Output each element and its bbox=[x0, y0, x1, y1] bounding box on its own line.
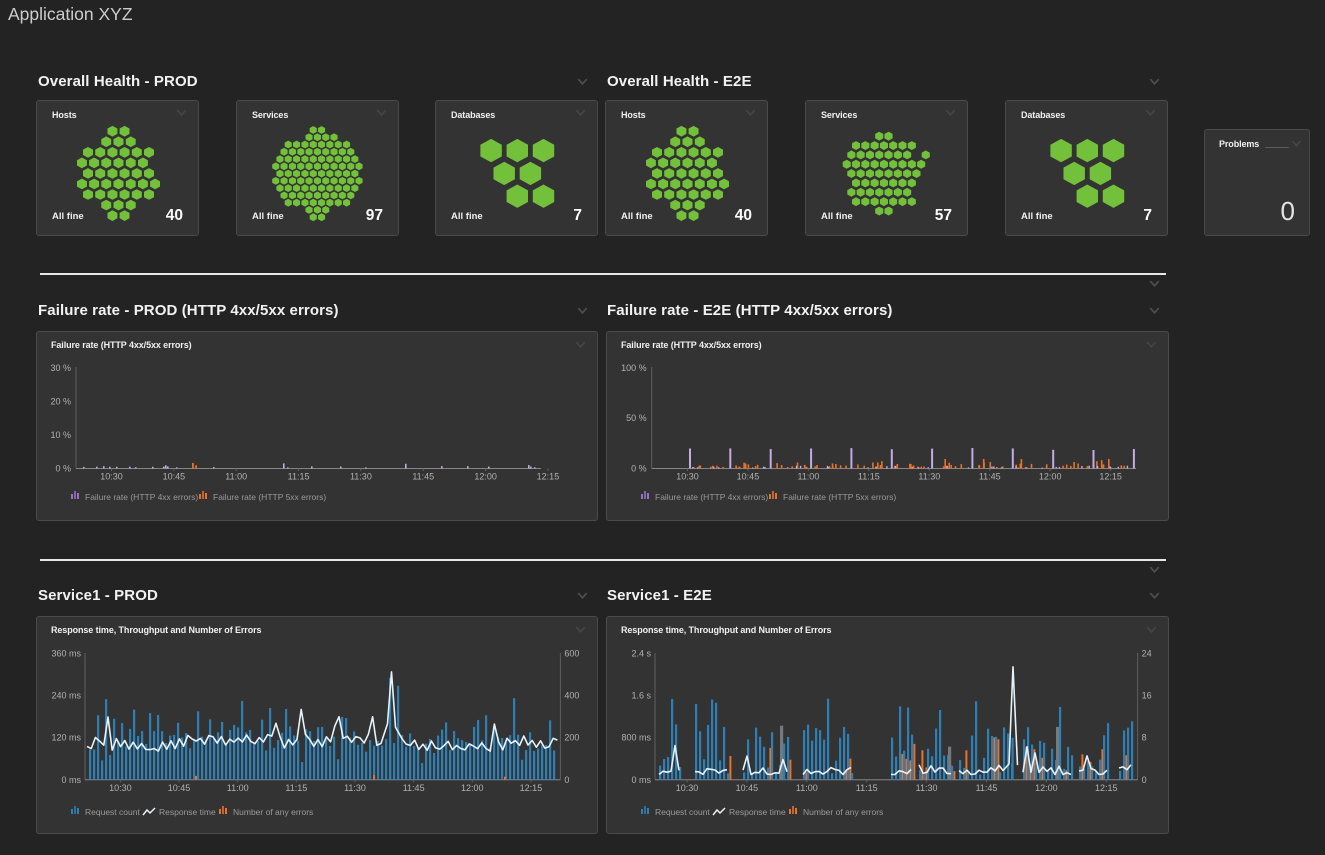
svg-text:11:00: 11:00 bbox=[227, 783, 249, 793]
svg-text:11:15: 11:15 bbox=[285, 783, 307, 793]
svg-text:Request count: Request count bbox=[655, 807, 710, 817]
svg-text:120 ms: 120 ms bbox=[51, 733, 81, 743]
svg-text:Number of any errors: Number of any errors bbox=[233, 807, 313, 817]
svg-text:0 %: 0 % bbox=[631, 464, 647, 474]
svg-text:11:00: 11:00 bbox=[797, 472, 819, 482]
svg-text:12:00: 12:00 bbox=[1039, 472, 1062, 482]
svg-text:11:30: 11:30 bbox=[916, 783, 938, 793]
svg-text:200: 200 bbox=[564, 733, 579, 743]
svg-text:360 ms: 360 ms bbox=[51, 649, 81, 659]
svg-text:800 ms: 800 ms bbox=[621, 733, 651, 743]
svg-text:1.6 s: 1.6 s bbox=[631, 691, 651, 701]
svg-text:10:30: 10:30 bbox=[109, 783, 132, 793]
svg-text:Failure rate (HTTP 5xx errors): Failure rate (HTTP 5xx errors) bbox=[213, 492, 326, 502]
svg-text:Number of any errors: Number of any errors bbox=[803, 807, 883, 817]
svg-text:0 ms: 0 ms bbox=[61, 775, 81, 785]
svg-text:0: 0 bbox=[564, 775, 569, 785]
svg-text:11:45: 11:45 bbox=[412, 472, 434, 482]
svg-text:12:15: 12:15 bbox=[520, 783, 543, 793]
svg-text:12:00: 12:00 bbox=[474, 472, 497, 482]
svg-text:11:45: 11:45 bbox=[976, 783, 998, 793]
svg-text:11:30: 11:30 bbox=[344, 783, 366, 793]
svg-text:100 %: 100 % bbox=[621, 363, 647, 373]
svg-text:Failure rate (HTTP 4xx errors): Failure rate (HTTP 4xx errors) bbox=[655, 492, 768, 502]
svg-text:11:45: 11:45 bbox=[403, 783, 425, 793]
svg-text:Response time: Response time bbox=[729, 807, 786, 817]
svg-text:10:45: 10:45 bbox=[736, 783, 759, 793]
svg-text:10:45: 10:45 bbox=[168, 783, 191, 793]
svg-text:8: 8 bbox=[1142, 733, 1147, 743]
svg-text:400: 400 bbox=[564, 691, 579, 701]
svg-text:11:00: 11:00 bbox=[796, 783, 818, 793]
svg-text:Request count: Request count bbox=[85, 807, 140, 817]
svg-text:10:45: 10:45 bbox=[163, 472, 186, 482]
svg-text:16: 16 bbox=[1142, 691, 1152, 701]
svg-text:12:15: 12:15 bbox=[1095, 783, 1118, 793]
svg-text:12:15: 12:15 bbox=[1099, 472, 1122, 482]
svg-text:10:45: 10:45 bbox=[737, 472, 760, 482]
svg-text:12:00: 12:00 bbox=[1035, 783, 1058, 793]
svg-text:11:00: 11:00 bbox=[225, 472, 247, 482]
svg-text:Failure rate (HTTP 4xx errors): Failure rate (HTTP 4xx errors) bbox=[85, 492, 198, 502]
svg-text:2.4 s: 2.4 s bbox=[631, 649, 651, 659]
svg-text:11:15: 11:15 bbox=[858, 472, 880, 482]
svg-text:Failure rate (HTTP 5xx errors): Failure rate (HTTP 5xx errors) bbox=[783, 492, 896, 502]
svg-text:240 ms: 240 ms bbox=[51, 691, 81, 701]
svg-text:0 ms: 0 ms bbox=[631, 775, 651, 785]
svg-text:10:30: 10:30 bbox=[676, 783, 699, 793]
svg-text:20 %: 20 % bbox=[50, 397, 71, 407]
svg-text:11:45: 11:45 bbox=[979, 472, 1001, 482]
svg-text:0: 0 bbox=[1142, 775, 1147, 785]
svg-text:11:30: 11:30 bbox=[918, 472, 940, 482]
svg-text:11:30: 11:30 bbox=[350, 472, 372, 482]
svg-text:30 %: 30 % bbox=[50, 363, 71, 373]
svg-text:600: 600 bbox=[564, 649, 579, 659]
svg-text:50 %: 50 % bbox=[626, 413, 647, 423]
svg-text:11:15: 11:15 bbox=[856, 783, 878, 793]
svg-text:0 %: 0 % bbox=[55, 464, 71, 474]
svg-text:10 %: 10 % bbox=[50, 430, 71, 440]
svg-text:Response time: Response time bbox=[159, 807, 216, 817]
svg-text:12:15: 12:15 bbox=[537, 472, 560, 482]
svg-text:10:30: 10:30 bbox=[676, 472, 699, 482]
svg-text:11:15: 11:15 bbox=[288, 472, 310, 482]
svg-text:24: 24 bbox=[1142, 649, 1152, 659]
svg-text:10:30: 10:30 bbox=[100, 472, 123, 482]
svg-text:12:00: 12:00 bbox=[461, 783, 484, 793]
